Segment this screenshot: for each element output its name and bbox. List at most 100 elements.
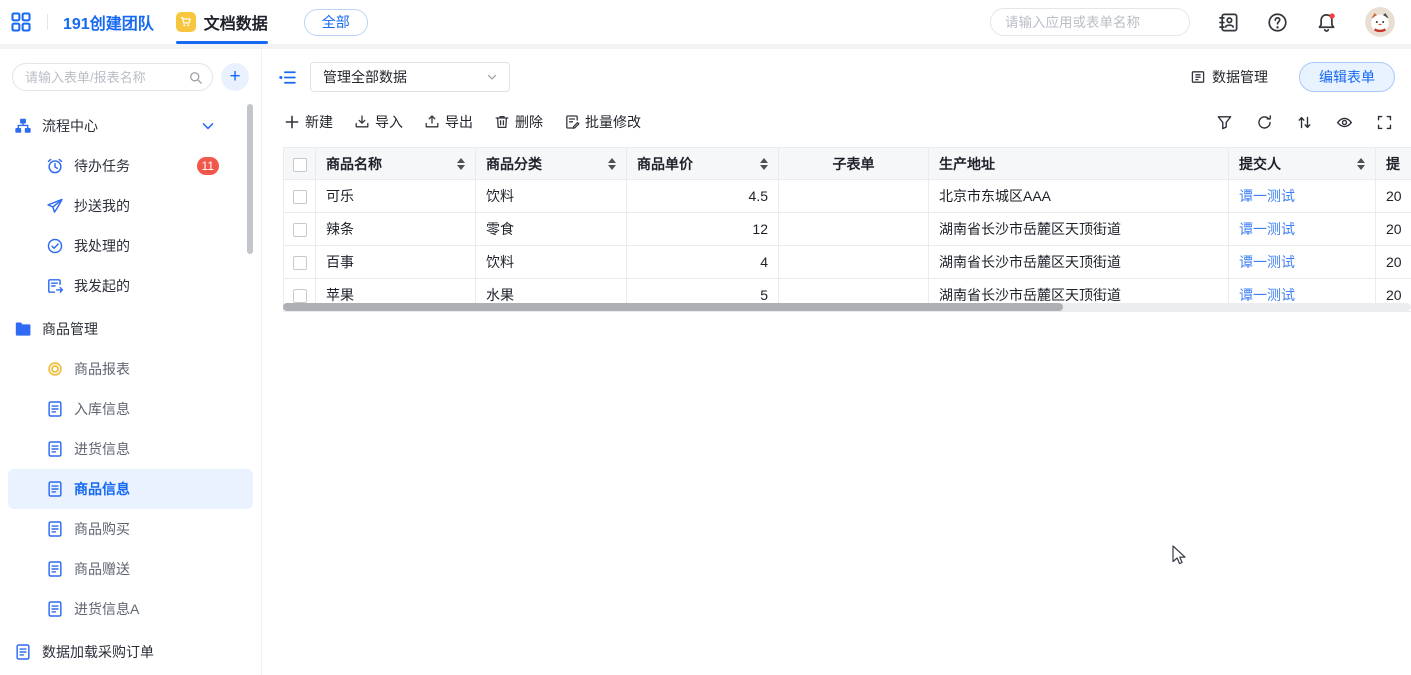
row-select-cell: [284, 180, 316, 213]
sidebar-item[interactable]: 我发起的: [0, 266, 261, 306]
sidebar-search-input[interactable]: [25, 70, 188, 85]
contacts-icon[interactable]: [1218, 12, 1239, 33]
help-icon[interactable]: [1267, 12, 1288, 33]
row-checkbox[interactable]: [293, 289, 307, 303]
avatar[interactable]: [1365, 7, 1395, 37]
row-select-cell: [284, 246, 316, 279]
send-icon: [46, 197, 64, 215]
cell-提交人[interactable]: 谭一测试: [1229, 246, 1376, 279]
sidebar-item-label: 流程中心: [42, 116, 98, 136]
edit-form-button[interactable]: 编辑表单: [1299, 62, 1395, 92]
sidebar-item[interactable]: 流程中心: [0, 106, 261, 146]
sidebar-item[interactable]: 商品管理: [0, 309, 261, 349]
sidebar-item[interactable]: 我处理的: [0, 226, 261, 266]
team-name[interactable]: 191创建团队: [63, 10, 154, 34]
sidebar-item[interactable]: 数据加载采购订单: [0, 632, 261, 672]
column-header-商品名称[interactable]: 商品名称: [316, 148, 476, 180]
cell-商品单价: 4.5: [627, 180, 779, 213]
row-select-cell: [284, 213, 316, 246]
data-manage-button[interactable]: 数据管理: [1190, 67, 1268, 87]
refresh-icon[interactable]: [1256, 114, 1273, 131]
cell-提: 20: [1376, 246, 1411, 279]
sort-icon[interactable]: [457, 158, 465, 170]
toolbar-action-label: 导入: [375, 112, 403, 132]
cell-提交人[interactable]: 谭一测试: [1229, 180, 1376, 213]
column-header-商品分类[interactable]: 商品分类: [476, 148, 627, 180]
cell-商品分类: 饮料: [476, 180, 627, 213]
sidebar-item[interactable]: 商品信息: [8, 469, 253, 509]
cell-提: 20: [1376, 180, 1411, 213]
cell-商品名称: 辣条: [316, 213, 476, 246]
check-circle-icon: [46, 237, 64, 255]
toolbar-action-button[interactable]: 导出: [424, 112, 473, 132]
sidebar-item-label: 数据加载采购订单: [42, 642, 154, 662]
toolbar-action-button[interactable]: 导入: [354, 112, 403, 132]
cell-商品单价: 12: [627, 213, 779, 246]
sidebar-item[interactable]: 进货信息: [0, 429, 261, 469]
import-icon: [354, 114, 370, 130]
apps-grid-icon[interactable]: [10, 11, 32, 33]
select-all-checkbox[interactable]: [293, 158, 307, 172]
topbar: 191创建团队 文档数据 全部: [0, 0, 1411, 44]
cell-生产地址: 湖南省长沙市岳麓区天顶街道: [929, 213, 1229, 246]
global-search-input[interactable]: [1005, 15, 1182, 30]
sidebar-item-label: 进货信息: [74, 439, 130, 459]
search-icon: [188, 70, 203, 85]
toolbar-action-button[interactable]: 批量修改: [564, 112, 641, 132]
row-checkbox[interactable]: [293, 190, 307, 204]
select-all-cell: [284, 148, 316, 180]
org-icon: [14, 117, 32, 135]
column-header-商品单价[interactable]: 商品单价: [627, 148, 779, 180]
cell-商品名称: 可乐: [316, 180, 476, 213]
horizontal-scrollbar-track[interactable]: [283, 303, 1411, 311]
horizontal-scrollbar-thumb[interactable]: [283, 303, 1063, 311]
sort-icon[interactable]: [760, 158, 768, 170]
sort-icon[interactable]: [608, 158, 616, 170]
chevron-down-icon: [199, 117, 217, 135]
sidebar-item[interactable]: 进货信息A: [0, 589, 261, 629]
divider: [47, 14, 48, 30]
sidebar-search[interactable]: [12, 63, 213, 91]
sidebar-item[interactable]: 商品赠送: [0, 549, 261, 589]
column-header-提交人[interactable]: 提交人: [1229, 148, 1376, 180]
sidebar-item[interactable]: 待办任务11: [0, 146, 261, 186]
table-row: 可乐饮料4.5 北京市东城区AAA谭一测试20: [284, 180, 1411, 213]
chevron-down-icon: [485, 70, 499, 84]
cell-生产地址: 北京市东城区AAA: [929, 180, 1229, 213]
table-row: 辣条零食12湖南省长沙市岳麓区天顶街道谭一测试20: [284, 213, 1411, 246]
collapse-sidebar-icon[interactable]: [278, 68, 297, 87]
global-search[interactable]: [990, 8, 1190, 36]
sort-icon[interactable]: [1296, 114, 1313, 131]
sidebar-item[interactable]: 商品报表: [0, 349, 261, 389]
sidebar-item-label: 商品赠送: [74, 559, 130, 579]
eye-icon[interactable]: [1336, 114, 1353, 131]
sidebar-item[interactable]: 抄送我的: [0, 186, 261, 226]
filter-icon[interactable]: [1216, 114, 1233, 131]
doc-send-icon: [46, 277, 64, 295]
row-checkbox[interactable]: [293, 256, 307, 270]
toolbar-action-button[interactable]: 删除: [494, 112, 543, 132]
filter-all-pill[interactable]: 全部: [304, 9, 368, 36]
cell-子表单: [779, 213, 929, 246]
doc-icon: [46, 400, 64, 418]
row-checkbox[interactable]: [293, 223, 307, 237]
fullscreen-icon[interactable]: [1376, 114, 1393, 131]
sort-icon[interactable]: [1357, 158, 1365, 170]
sidebar-item-label: 商品信息: [74, 479, 130, 499]
sidebar-item-label: 商品报表: [74, 359, 130, 379]
sidebar-item[interactable]: 入库信息: [0, 389, 261, 429]
sidebar-item-label: 商品管理: [42, 319, 98, 339]
sidebar-scrollbar[interactable]: [247, 104, 253, 254]
data-scope-select[interactable]: 管理全部数据: [310, 62, 510, 92]
bell-icon[interactable]: [1316, 12, 1337, 33]
sidebar-item-label: 我处理的: [74, 236, 130, 256]
toolbar-action-button[interactable]: 新建: [284, 112, 333, 132]
doc-icon: [46, 440, 64, 458]
add-button[interactable]: +: [221, 63, 249, 91]
tab-doc-data[interactable]: 文档数据: [176, 0, 268, 44]
cell-提交人[interactable]: 谭一测试: [1229, 213, 1376, 246]
sidebar-item[interactable]: 商品购买: [0, 509, 261, 549]
folder-icon: [14, 320, 32, 338]
data-table: 商品名称商品分类商品单价子表单生产地址提交人提 可乐饮料4.5北京市东城区AAA…: [283, 147, 1411, 312]
sidebar-item-label: 入库信息: [74, 399, 130, 419]
